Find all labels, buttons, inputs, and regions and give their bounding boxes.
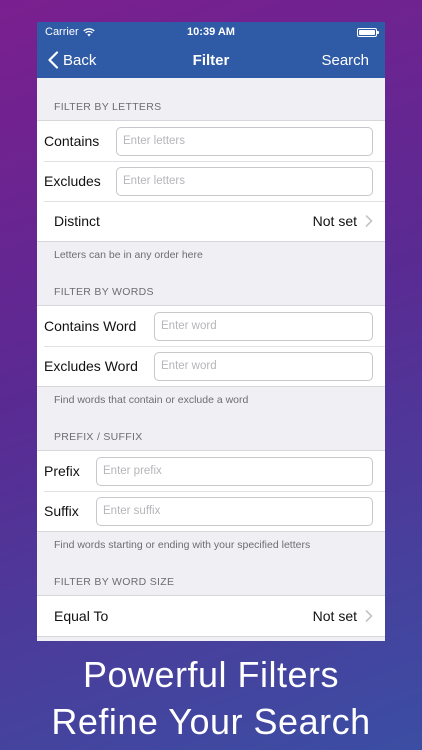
- suffix-row: Suffix: [37, 491, 385, 531]
- contains-row: Contains: [37, 121, 385, 161]
- contains-word-row: Contains Word: [37, 306, 385, 346]
- excludes-input[interactable]: [116, 166, 373, 196]
- letters-group: Contains Excludes Distinct Not set: [37, 120, 385, 242]
- suffix-input[interactable]: [96, 496, 373, 526]
- phone-screen: Carrier 10:39 AM Back Filter Search FILT…: [37, 22, 385, 641]
- search-button[interactable]: Search: [321, 52, 369, 69]
- navigation-bar: Back Filter Search: [37, 42, 385, 78]
- equal-to-label: Equal To: [54, 608, 109, 624]
- section-header-letters: FILTER BY LETTERS: [54, 101, 162, 113]
- prefix-label: Prefix: [44, 463, 80, 479]
- excludes-word-input[interactable]: [154, 351, 373, 381]
- prefix-row: Prefix: [37, 451, 385, 491]
- words-group: Contains Word Excludes Word: [37, 305, 385, 387]
- status-bar: Carrier 10:39 AM: [37, 22, 385, 42]
- chevron-left-icon: [48, 51, 59, 69]
- equal-to-row[interactable]: Equal To Not set: [37, 596, 385, 636]
- letters-footer: Letters can be in any order here: [54, 249, 203, 261]
- contains-label: Contains: [44, 133, 100, 149]
- section-header-affix: PREFIX / SUFFIX: [54, 431, 143, 443]
- excludes-word-label: Excludes Word: [44, 358, 138, 374]
- carrier-group: Carrier: [45, 26, 95, 38]
- excludes-word-row: Excludes Word: [37, 346, 385, 386]
- prefix-input[interactable]: [96, 456, 373, 486]
- wifi-icon: [82, 27, 95, 36]
- battery-icon: [357, 27, 379, 37]
- carrier-label: Carrier: [45, 26, 79, 38]
- contains-word-input[interactable]: [154, 311, 373, 341]
- section-header-size: FILTER BY WORD SIZE: [54, 576, 175, 588]
- back-label: Back: [63, 51, 97, 69]
- back-button[interactable]: Back: [47, 51, 96, 69]
- excludes-row: Excludes: [37, 161, 385, 201]
- section-header-words: FILTER BY WORDS: [54, 286, 154, 298]
- size-group: Equal To Not set: [37, 595, 385, 637]
- caption-line-2: Refine Your Search: [51, 701, 371, 742]
- equal-to-value: Not set: [312, 608, 357, 624]
- distinct-value: Not set: [312, 213, 357, 229]
- affix-group: Prefix Suffix: [37, 450, 385, 532]
- affix-footer: Find words starting or ending with your …: [54, 539, 311, 551]
- contains-word-label: Contains Word: [44, 318, 137, 334]
- caption-line-1: Powerful Filters: [82, 654, 340, 695]
- chevron-right-icon: [365, 215, 373, 227]
- words-footer: Find words that contain or exclude a wor…: [54, 394, 249, 406]
- suffix-label: Suffix: [44, 503, 79, 519]
- excludes-label: Excludes: [44, 173, 101, 189]
- distinct-label: Distinct: [54, 213, 100, 229]
- distinct-row[interactable]: Distinct Not set: [37, 201, 385, 241]
- chevron-right-icon: [365, 610, 373, 622]
- contains-input[interactable]: [116, 126, 373, 156]
